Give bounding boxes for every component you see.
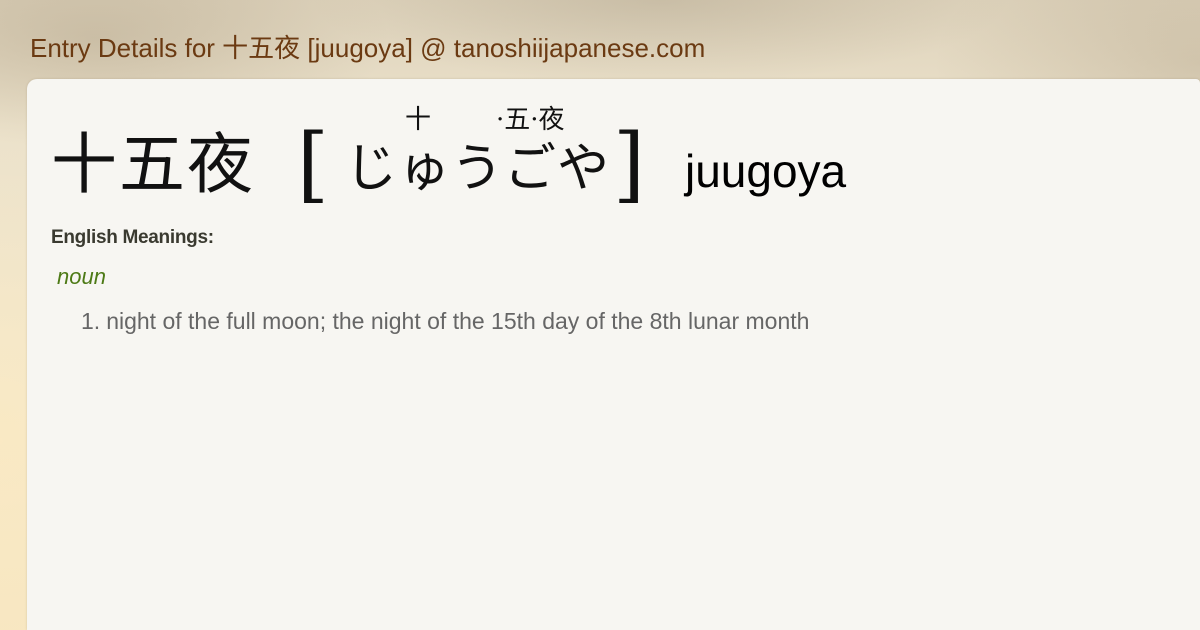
reading-bracket-close: ] <box>613 117 645 212</box>
entry-reading: じゅうごや <box>345 139 611 199</box>
part-of-speech: noun <box>57 264 106 289</box>
english-meanings-label: English Meanings: <box>51 227 214 248</box>
entry-kanji: 十五夜 <box>51 126 255 203</box>
definition-text: night of the full moon; the night of the… <box>106 308 810 334</box>
definition-item: 1. night of the full moon; the night of t… <box>81 308 809 335</box>
entry-romaji: juugoya <box>685 145 847 197</box>
definition-number: 1. <box>81 308 101 334</box>
reading-bracket-open: [ <box>297 117 329 212</box>
entry-panel: 十五夜 [ 十 ·五·夜 じゅうごや ] juugoya English Mea… <box>27 79 1200 630</box>
page-title: Entry Details for 十五夜 [juugoya] @ tanosh… <box>30 33 706 63</box>
